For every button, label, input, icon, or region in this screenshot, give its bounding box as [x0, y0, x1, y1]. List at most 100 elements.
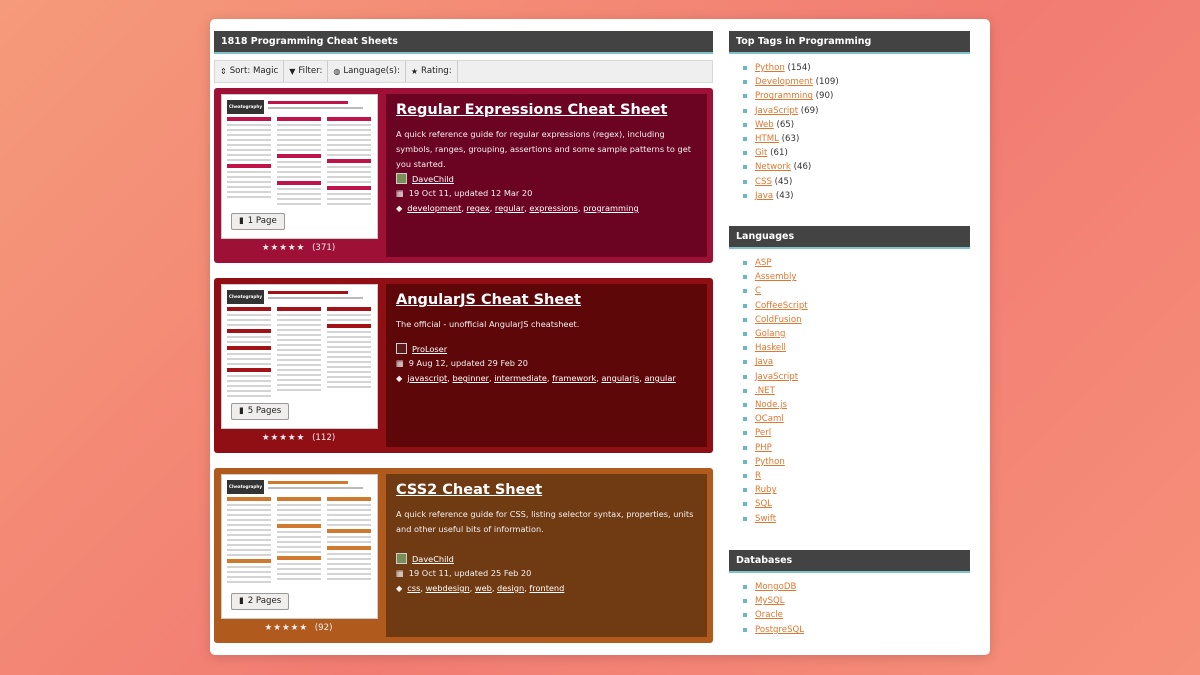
sidebar-link[interactable]: PostgreSQL: [755, 625, 804, 635]
sidebar-link[interactable]: SQL: [755, 499, 772, 509]
card-title-link[interactable]: CSS2 Cheat Sheet: [396, 482, 542, 498]
card-title-link[interactable]: AngularJS Cheat Sheet: [396, 292, 581, 308]
star-icon: ★: [410, 67, 419, 76]
rating-count: (112): [312, 433, 336, 443]
sidebar-link[interactable]: Swift: [755, 514, 776, 524]
sidebar-link[interactable]: R: [755, 471, 761, 481]
date-text: 19 Oct 11, updated 12 Mar 20: [408, 188, 533, 198]
sidebar-link[interactable]: Golang: [755, 329, 785, 339]
sidebar-link[interactable]: Network: [755, 162, 791, 172]
sidebar-link[interactable]: .NET: [755, 386, 775, 396]
languages-panel: Languages ASP Assembly C CoffeeScript ColdFu…: [729, 226, 970, 526]
sidebar-link[interactable]: Node.js: [755, 400, 787, 410]
sidebar-link[interactable]: HTML: [755, 134, 779, 144]
filter-icon: ▼: [289, 67, 296, 76]
card-author: DaveChild: [396, 173, 454, 184]
thumbnail-column: [327, 497, 371, 583]
pages-button[interactable]: ▮ 2 Pages: [231, 593, 290, 610]
thumbnail-header: [268, 101, 348, 104]
sidebar-link[interactable]: CSS: [755, 177, 772, 187]
tag-link[interactable]: angular: [644, 373, 675, 383]
tag-link[interactable]: framework: [552, 373, 596, 383]
tag-link[interactable]: beginner: [453, 373, 490, 383]
tag-count: (61): [767, 148, 788, 159]
tag-link[interactable]: development: [407, 203, 461, 213]
cheat-sheet-thumbnail[interactable]: Cheatography ▮ 5 Pages: [221, 284, 378, 429]
author-link[interactable]: DaveChild: [412, 174, 454, 184]
sidebar-link[interactable]: Python: [755, 457, 785, 467]
tag-count: (109): [812, 77, 839, 88]
thumbnail-column: [277, 497, 321, 583]
sidebar-link[interactable]: CoffeeScript: [755, 301, 808, 311]
language-filter[interactable]: ◍ Language(s):: [328, 61, 406, 82]
databases-title: Databases: [729, 550, 970, 573]
tag-link[interactable]: regex: [467, 203, 490, 213]
sidebar-link[interactable]: ASP: [755, 258, 772, 268]
card-author: ProLoser: [396, 343, 447, 354]
sort-filter[interactable]: ⇕ Sort: Magic: [215, 61, 285, 82]
card-info: Regular Expressions Cheat Sheet A quick …: [386, 94, 707, 257]
sidebar-link[interactable]: PHP: [755, 443, 772, 453]
sidebar-link[interactable]: OCaml: [755, 414, 784, 424]
sidebar-link[interactable]: Java: [755, 357, 773, 367]
sidebar-list-item: CSS (45): [743, 175, 970, 189]
card-tags: ◆ development, regex, regular, expressio…: [396, 203, 639, 213]
cheat-sheet-card[interactable]: Cheatography ▮ 1 Page ★★★★★ (371) Regula…: [214, 88, 713, 263]
sidebar-list-item: Python: [743, 455, 970, 469]
tag-link[interactable]: angularjs: [601, 373, 639, 383]
sidebar-link[interactable]: Git: [755, 148, 767, 158]
cheat-sheet-thumbnail[interactable]: Cheatography ▮ 1 Page: [221, 94, 378, 239]
rating-filter[interactable]: ★ Rating:: [406, 61, 458, 82]
sidebar-link[interactable]: Assembly: [755, 272, 796, 282]
tag-link[interactable]: javascript: [407, 373, 447, 383]
sidebar-link[interactable]: Java: [755, 191, 773, 201]
sidebar-link[interactable]: MongoDB: [755, 582, 796, 592]
sidebar-link[interactable]: Python: [755, 63, 785, 73]
tag-link[interactable]: design: [497, 583, 524, 593]
sidebar-link[interactable]: C: [755, 286, 761, 296]
sidebar-link[interactable]: ColdFusion: [755, 315, 802, 325]
card-rating: ★★★★★ (112): [221, 433, 376, 443]
pages-button[interactable]: ▮ 5 Pages: [231, 403, 290, 420]
avatar: [396, 553, 407, 564]
sidebar-link[interactable]: Ruby: [755, 485, 777, 495]
sidebar-link[interactable]: Oracle: [755, 610, 783, 620]
tag-link[interactable]: web: [475, 583, 492, 593]
sidebar-list-item: HTML (63): [743, 132, 970, 146]
pages-button[interactable]: ▮ 1 Page: [231, 213, 285, 230]
sidebar-link[interactable]: Haskell: [755, 343, 786, 353]
sidebar-list-item: PHP: [743, 441, 970, 455]
tag-link[interactable]: programming: [583, 203, 639, 213]
sidebar-link[interactable]: JavaScript: [755, 106, 798, 116]
sidebar-link[interactable]: Web: [755, 120, 774, 130]
sidebar-link[interactable]: Programming: [755, 91, 813, 101]
rating-stars-icon[interactable]: ★★★★★: [262, 243, 306, 253]
sidebar-list-item: ASP: [743, 256, 970, 270]
calendar-icon: ▦: [396, 568, 404, 578]
sidebar-link[interactable]: MySQL: [755, 596, 785, 606]
tag-link[interactable]: webdesign: [426, 583, 470, 593]
rating-stars-icon[interactable]: ★★★★★: [265, 623, 309, 633]
tag-link[interactable]: regular: [495, 203, 524, 213]
thumbnail-column: [327, 307, 371, 391]
cheat-sheet-thumbnail[interactable]: Cheatography ▮ 2 Pages: [221, 474, 378, 619]
cheat-sheet-card[interactable]: Cheatography ▮ 5 Pages ★★★★★ (112) Angul…: [214, 278, 713, 453]
tag-link[interactable]: expressions: [529, 203, 577, 213]
tag-count: (45): [771, 176, 793, 187]
tag-link[interactable]: intermediate: [494, 373, 547, 383]
author-link[interactable]: DaveChild: [412, 554, 454, 564]
filter-dropdown[interactable]: ▼ Filter:: [284, 61, 329, 82]
sidebar-list-item: OCaml: [743, 412, 970, 426]
sidebar-link[interactable]: Perl: [755, 428, 771, 438]
card-info: AngularJS Cheat Sheet The official - uno…: [386, 284, 707, 447]
sidebar-link[interactable]: JavaScript: [755, 372, 798, 382]
tag-link[interactable]: frontend: [529, 583, 564, 593]
cheat-sheet-card[interactable]: Cheatography ▮ 2 Pages ★★★★★ (92) CSS2 C…: [214, 468, 713, 643]
author-link[interactable]: ProLoser: [412, 344, 447, 354]
sidebar-list-item: MongoDB: [743, 580, 970, 594]
tag-link[interactable]: css: [407, 583, 420, 593]
card-title-link[interactable]: Regular Expressions Cheat Sheet: [396, 102, 667, 118]
rating-stars-icon[interactable]: ★★★★★: [262, 433, 306, 443]
sidebar-list-item: JavaScript (69): [743, 104, 970, 118]
sidebar-link[interactable]: Development: [755, 77, 813, 87]
